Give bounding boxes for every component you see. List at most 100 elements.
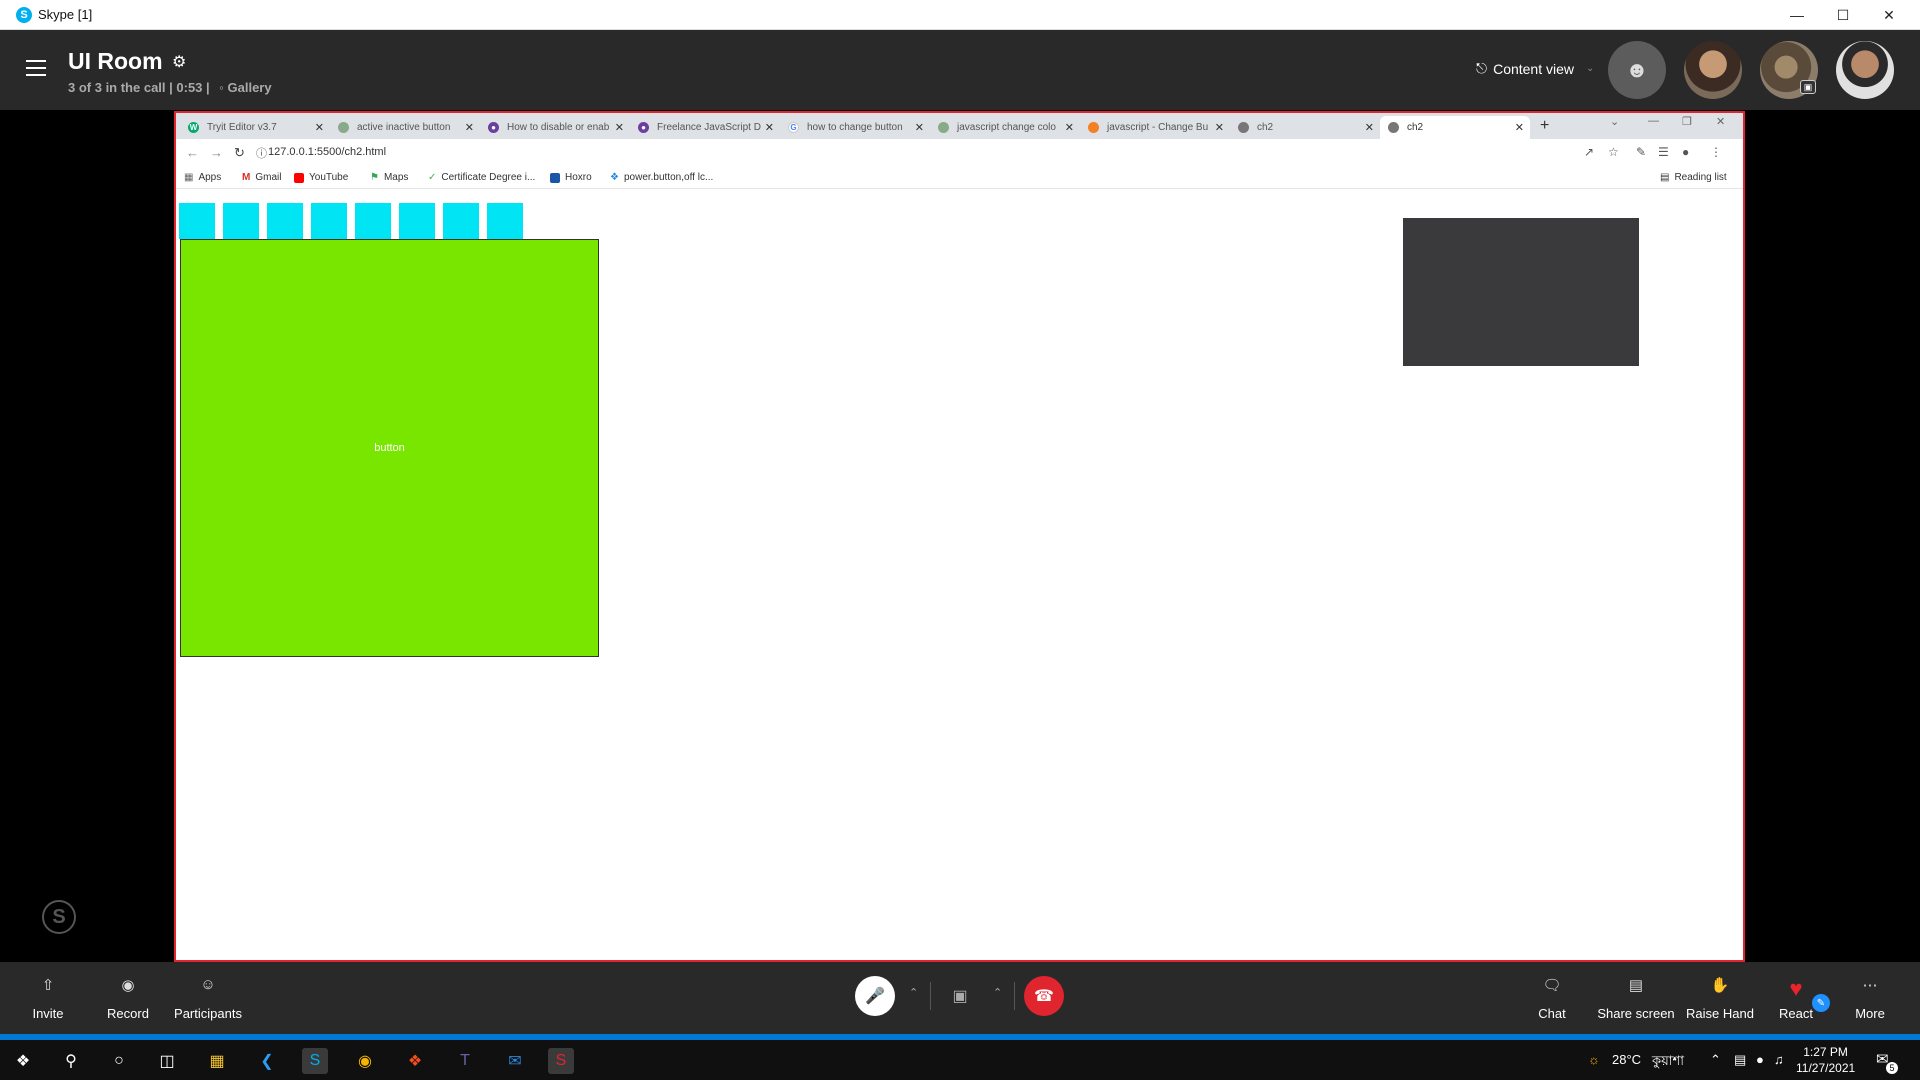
close-icon[interactable]: ✕ — [765, 121, 774, 134]
avatar[interactable] — [1684, 41, 1742, 99]
cyan-button[interactable] — [223, 203, 259, 239]
chat-icon: 🗨 — [1542, 977, 1562, 994]
video-options-icon[interactable]: ⌃ — [993, 986, 1002, 999]
extensions-icon[interactable]: ✎ — [1636, 145, 1646, 159]
youtube-icon — [294, 172, 304, 183]
more-button[interactable]: ⋯ More — [1830, 976, 1910, 1021]
system-clock[interactable]: 1:27 PM 11/27/2021 — [1796, 1044, 1855, 1076]
mute-button[interactable]: 🎤 — [855, 976, 895, 1016]
app-s-icon[interactable]: S — [548, 1048, 574, 1074]
browser-tab[interactable]: ● How to disable or enab ✕ — [480, 116, 630, 139]
close-icon[interactable]: ✕ — [465, 121, 474, 134]
bookmark-certificate[interactable]: ✓ Certificate Degree i... — [428, 172, 535, 183]
share-screen-button[interactable]: ▤ Share screen — [1594, 976, 1678, 1021]
participants-button[interactable]: ☺ Participants — [168, 976, 248, 1021]
browser-minimize-button[interactable]: — — [1648, 115, 1659, 127]
outlook-icon[interactable]: ✉ — [502, 1048, 528, 1074]
speaker-icon[interactable]: ♫ — [1774, 1052, 1784, 1067]
browser-restore-button[interactable]: ❐ — [1682, 115, 1692, 128]
menu-dots-icon[interactable]: ⋮ — [1710, 145, 1722, 159]
cyan-button[interactable] — [443, 203, 479, 239]
weather-text[interactable]: কুয়াশা — [1652, 1052, 1684, 1073]
browser-tab[interactable]: ch2 ✕ — [1230, 116, 1380, 139]
browser-tab[interactable]: ● Freelance JavaScript D ✕ — [630, 116, 780, 139]
tab-search-icon[interactable]: ⌄ — [1610, 115, 1619, 128]
browser-tab[interactable]: active inactive button ✕ — [330, 116, 480, 139]
bookmark-power-button[interactable]: ❖ power.button,off lc... — [610, 172, 713, 183]
microphone-tray-icon[interactable]: ● — [1756, 1052, 1764, 1067]
browser-tab[interactable]: Ghow to change button ✕ — [780, 116, 930, 139]
reading-list[interactable]: ▤ Reading list — [1660, 172, 1727, 183]
cyan-button[interactable] — [267, 203, 303, 239]
gallery-icon[interactable]: ◦ — [219, 80, 224, 95]
info-icon[interactable]: ⓘ — [256, 145, 267, 161]
video-toggle-button[interactable]: ▣ — [944, 982, 976, 1010]
star-icon[interactable]: ☆ — [1608, 145, 1619, 159]
weather-temp[interactable]: 28°C — [1612, 1052, 1641, 1067]
close-icon[interactable]: ✕ — [1065, 121, 1074, 134]
cyan-button[interactable] — [487, 203, 523, 239]
close-icon[interactable]: ✕ — [315, 121, 324, 134]
cyan-button[interactable] — [355, 203, 391, 239]
close-icon[interactable]: ✕ — [1515, 121, 1524, 134]
back-icon[interactable]: ← — [186, 145, 199, 160]
room-settings-icon[interactable]: ⚙ — [172, 52, 186, 72]
teams-icon[interactable]: T — [452, 1048, 478, 1074]
green-button[interactable]: button — [180, 239, 599, 657]
skype-taskbar-icon[interactable]: S — [302, 1048, 328, 1074]
browser-tab[interactable]: javascript change colo ✕ — [930, 116, 1080, 139]
menu-icon[interactable] — [26, 60, 46, 76]
browser-tab[interactable]: W Tryit Editor v3.7 ✕ — [180, 116, 330, 139]
cortana-icon[interactable]: ○ — [106, 1048, 132, 1074]
profile-icon[interactable]: ● — [1682, 145, 1689, 159]
bookmark-gmail[interactable]: M Gmail — [242, 172, 281, 183]
stackoverflow-icon — [1088, 122, 1099, 133]
browser-tab[interactable]: javascript - Change Bu ✕ — [1080, 116, 1230, 139]
hang-up-icon: ☎ — [1034, 988, 1054, 1005]
close-icon[interactable]: ✕ — [1215, 121, 1224, 134]
share-icon[interactable]: ↗ — [1584, 145, 1594, 159]
tray-chevron-icon[interactable]: ⌃ — [1710, 1052, 1721, 1068]
media-icon[interactable]: ☰ — [1658, 145, 1669, 159]
view-mode-label[interactable]: Gallery — [228, 80, 272, 95]
invite-button[interactable]: ⇧ Invite — [8, 976, 88, 1021]
browser-tab-active[interactable]: ch2 ✕ — [1380, 116, 1530, 139]
record-button[interactable]: ◉ Record — [88, 976, 168, 1021]
chrome-icon[interactable]: ◉ — [352, 1048, 378, 1074]
search-icon[interactable]: ⚲ — [58, 1048, 84, 1074]
end-call-button[interactable]: ☎ — [1024, 976, 1064, 1016]
chat-button[interactable]: 🗨 Chat — [1512, 976, 1592, 1021]
cyan-button[interactable] — [179, 203, 215, 239]
bookmark-maps[interactable]: ⚑ Maps — [370, 172, 408, 183]
maximize-button[interactable]: ☐ — [1820, 0, 1866, 30]
close-icon[interactable]: ✕ — [1365, 121, 1374, 134]
avatar[interactable] — [1836, 41, 1894, 99]
minimize-button[interactable]: — — [1774, 0, 1820, 30]
audio-options-icon[interactable]: ⌃ — [909, 986, 918, 999]
close-button[interactable]: ✕ — [1866, 0, 1912, 30]
task-view-icon[interactable]: ◫ — [154, 1048, 180, 1074]
browser-close-button[interactable]: ✕ — [1716, 115, 1725, 128]
cyan-button[interactable] — [311, 203, 347, 239]
new-tab-button[interactable]: + — [1540, 117, 1549, 135]
raise-hand-button[interactable]: ✋ Raise Hand — [1680, 976, 1760, 1021]
bookmark-youtube[interactable]: YouTube — [294, 172, 348, 183]
windows-start-icon[interactable]: ❖ — [10, 1048, 36, 1074]
bookmark-apps[interactable]: ▦ Apps — [184, 172, 221, 183]
close-icon[interactable]: ✕ — [615, 121, 624, 134]
content-view-dropdown[interactable]: ⎋ Content view ⌄ — [1476, 60, 1594, 77]
close-icon[interactable]: ✕ — [915, 121, 924, 134]
self-video-preview[interactable] — [1403, 218, 1639, 366]
url-input[interactable]: 127.0.0.1:5500/ch2.html — [268, 146, 386, 158]
forward-icon[interactable]: → — [210, 145, 223, 160]
bookmark-hoxro[interactable]: Hoxro — [550, 172, 592, 183]
cyan-button[interactable] — [399, 203, 435, 239]
add-participant-button[interactable]: ☻ — [1608, 41, 1666, 99]
weather-icon[interactable]: ☼ — [1588, 1052, 1600, 1067]
reload-icon[interactable]: ↻ — [234, 145, 245, 161]
network-icon[interactable]: ▤ — [1734, 1052, 1746, 1068]
figma-taskbar-icon[interactable]: ❖ — [402, 1048, 428, 1074]
invite-label: Invite — [32, 1006, 64, 1021]
file-explorer-icon[interactable]: ▦ — [204, 1048, 230, 1074]
vscode-icon[interactable]: ❮ — [254, 1048, 280, 1074]
